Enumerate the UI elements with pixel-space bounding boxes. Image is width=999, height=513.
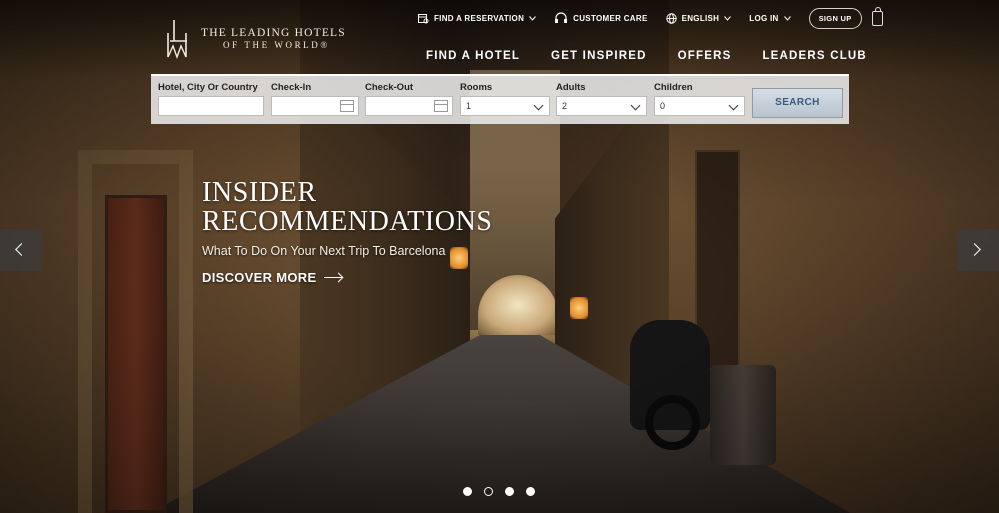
login-link[interactable]: LOG IN xyxy=(749,13,791,23)
chevron-down-icon xyxy=(630,100,641,111)
nav-offers[interactable]: OFFERS xyxy=(678,50,732,62)
main-nav: FIND A HOTEL GET INSPIRED OFFERS LEADERS… xyxy=(426,50,867,62)
chevron-down-icon xyxy=(533,100,544,111)
find-reservation-label: FIND A RESERVATION xyxy=(434,13,525,23)
signup-button[interactable]: SIGN UP xyxy=(808,7,862,29)
search-button[interactable]: SEARCH xyxy=(752,88,843,118)
checkout-field-group: Check-Out xyxy=(365,81,453,116)
destination-input[interactable] xyxy=(158,96,264,116)
customer-care-label: CUSTOMER CARE xyxy=(573,13,648,23)
language-label: ENGLISH xyxy=(681,13,720,23)
headset-icon xyxy=(555,11,568,23)
rooms-field-group: Rooms 1 xyxy=(460,81,550,116)
children-value: 0 xyxy=(660,101,666,111)
next-slide-button[interactable] xyxy=(957,229,999,271)
language-selector[interactable]: ENGLISH xyxy=(665,12,732,24)
checkin-input[interactable] xyxy=(271,96,359,116)
checkin-field-group: Check-In xyxy=(271,81,359,116)
chevron-right-icon xyxy=(968,243,981,256)
login-label: LOG IN xyxy=(749,13,779,23)
slider-dot[interactable] xyxy=(526,487,535,496)
adults-select[interactable]: 2 xyxy=(556,96,647,116)
destination-field-group: Hotel, City Or Country xyxy=(158,81,264,116)
utility-nav: FIND A RESERVATION CUSTOMER CARE ENGLISH… xyxy=(418,6,883,29)
brand-logo[interactable]: THE LEADING HOTELS OF THE WORLD® xyxy=(165,19,346,60)
calendar-icon[interactable] xyxy=(340,100,354,112)
chevron-down-icon xyxy=(724,15,732,21)
hero-subtitle: What To Do On Your Next Trip To Barcelon… xyxy=(202,244,446,258)
adults-value: 2 xyxy=(562,101,568,111)
discover-more-label: DISCOVER MORE xyxy=(202,270,317,285)
adults-field-group: Adults 2 xyxy=(556,81,647,116)
discover-more-link[interactable]: DISCOVER MORE xyxy=(202,270,343,285)
brand-name-line1: THE LEADING HOTELS xyxy=(201,27,346,39)
shopping-bag-icon[interactable] xyxy=(871,6,883,26)
children-field-group: Children 0 xyxy=(654,81,745,116)
hero-title-line2: RECOMMENDATIONS xyxy=(202,206,493,237)
slider-dot[interactable] xyxy=(463,487,472,496)
rooms-select[interactable]: 1 xyxy=(460,96,550,116)
nav-find-a-hotel[interactable]: FIND A HOTEL xyxy=(426,50,520,62)
brand-name: THE LEADING HOTELS OF THE WORLD® xyxy=(201,27,346,51)
calendar-search-icon xyxy=(418,13,429,23)
hotel-search-bar: Hotel, City Or Country Check-In Check-Ou… xyxy=(151,74,849,124)
globe-icon xyxy=(665,12,677,24)
hero-title-line1: INSIDER xyxy=(202,177,317,208)
chevron-down-icon xyxy=(728,100,739,111)
nav-get-inspired[interactable]: GET INSPIRED xyxy=(551,50,647,62)
chevron-left-icon xyxy=(15,243,28,256)
hero-title: INSIDER RECOMMENDATIONS xyxy=(202,178,493,236)
lhw-monogram-icon xyxy=(165,19,193,60)
destination-label: Hotel, City Or Country xyxy=(158,82,258,93)
children-label: Children xyxy=(654,82,693,93)
checkout-label: Check-Out xyxy=(365,82,414,93)
rooms-label: Rooms xyxy=(460,82,493,93)
chevron-down-icon xyxy=(783,15,791,21)
slider-dot[interactable] xyxy=(484,487,493,496)
find-reservation-link[interactable]: FIND A RESERVATION xyxy=(418,13,537,24)
checkout-input[interactable] xyxy=(365,96,453,116)
chevron-down-icon xyxy=(529,15,537,21)
checkin-label: Check-In xyxy=(271,82,312,93)
customer-care-link[interactable]: CUSTOMER CARE xyxy=(554,11,648,25)
brand-name-line2: OF THE WORLD® xyxy=(223,40,330,50)
slider-dot[interactable] xyxy=(505,487,514,496)
adults-label: Adults xyxy=(556,82,586,93)
children-select[interactable]: 0 xyxy=(654,96,745,116)
previous-slide-button[interactable] xyxy=(0,229,42,271)
arrow-right-icon xyxy=(324,276,343,279)
slider-pagination xyxy=(463,487,535,496)
calendar-icon[interactable] xyxy=(434,100,448,112)
rooms-value: 1 xyxy=(466,101,472,111)
nav-leaders-club[interactable]: LEADERS CLUB xyxy=(762,50,867,62)
